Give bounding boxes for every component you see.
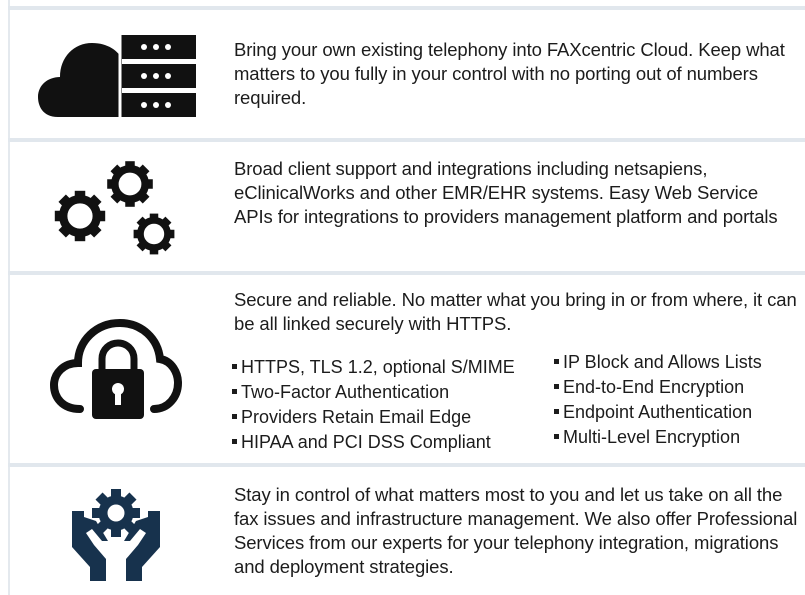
list-item: End-to-End Encryption <box>554 375 762 400</box>
cloud-server-icon <box>38 35 196 117</box>
list-item: Endpoint Authentication <box>554 400 762 425</box>
gears-icon <box>50 154 182 260</box>
list-item: IP Block and Allows Lists <box>554 350 762 375</box>
list-item: HTTPS, TLS 1.2, optional S/MIME <box>232 355 515 380</box>
feature-text: Bring your own existing telephony into F… <box>234 39 785 108</box>
hands-gear-icon <box>72 489 160 581</box>
feature-row-integrations: Broad client support and integrations in… <box>10 142 805 271</box>
feature-row-telephony: Bring your own existing telephony into F… <box>10 10 805 138</box>
feature-row-security: Secure and reliable. No matter what you … <box>10 275 805 463</box>
list-item: Multi-Level Encryption <box>554 425 762 450</box>
feature-text: Stay in control of what matters most to … <box>234 484 798 577</box>
list-item: HIPAA and PCI DSS Compliant <box>232 430 515 455</box>
security-list-left: HTTPS, TLS 1.2, optional S/MIME Two-Fact… <box>232 355 515 455</box>
feature-text: Broad client support and integrations in… <box>234 158 778 227</box>
feature-row-services: Stay in control of what matters most to … <box>10 467 805 595</box>
list-item: Providers Retain Email Edge <box>232 405 515 430</box>
list-item: Two-Factor Authentication <box>232 380 515 405</box>
feature-text: Secure and reliable. No matter what you … <box>234 289 797 334</box>
security-list-right: IP Block and Allows Lists End-to-End Enc… <box>554 350 762 450</box>
cloud-lock-icon <box>50 318 182 419</box>
